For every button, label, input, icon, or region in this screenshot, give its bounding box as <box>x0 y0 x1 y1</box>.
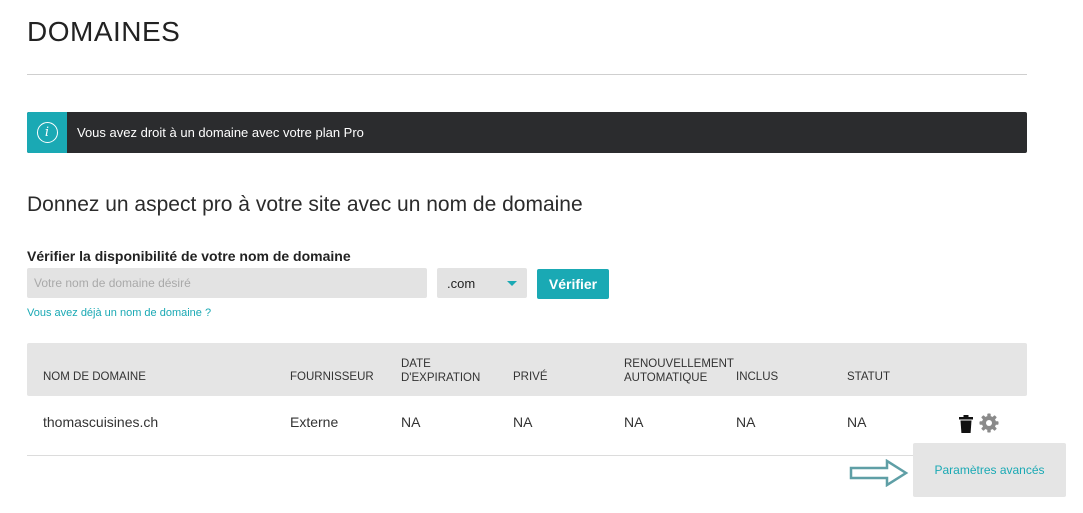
cell-status: NA <box>847 414 867 430</box>
info-icon: i <box>36 122 58 143</box>
page-title: DOMAINES <box>27 16 181 47</box>
header-expiration-line1: DATE <box>401 358 431 370</box>
verify-button[interactable]: Vérifier <box>537 269 609 299</box>
info-icon-box: i <box>27 112 67 153</box>
header-domain: NOM DE DOMAINE <box>43 371 146 383</box>
table-row: thomascuisines.ch Externe NA NA NA NA NA <box>27 396 1027 456</box>
gear-icon[interactable] <box>979 413 999 433</box>
header-included: INCLUS <box>736 371 779 383</box>
settings-popover: Paramètres avancés <box>913 443 1066 497</box>
header-expiration: DATE D'EXPIRATION <box>401 357 480 385</box>
cell-provider: Externe <box>290 414 339 430</box>
banner-text: Vous avez droit à un domaine avec votre … <box>77 125 364 140</box>
header-renewal-line2: AUTOMATIQUE <box>624 372 708 384</box>
domains-table-header: NOM DE DOMAINE FOURNISSEUR DATE D'EXPIRA… <box>27 343 1027 396</box>
advanced-settings-link[interactable]: Paramètres avancés <box>934 463 1044 477</box>
header-private: PRIVÉ <box>513 371 548 383</box>
trash-icon[interactable] <box>959 415 973 433</box>
domain-search-input[interactable] <box>27 268 427 298</box>
arrow-right-icon <box>849 459 909 487</box>
info-banner: i Vous avez droit à un domaine avec votr… <box>27 112 1027 153</box>
header-provider: FOURNISSEUR <box>290 371 374 383</box>
section-heading: Donnez un aspect pro à votre site avec u… <box>27 193 583 216</box>
cell-domain: thomascuisines.ch <box>43 414 159 430</box>
title-divider <box>27 74 1027 75</box>
header-renewal: RENOUVELLEMENT AUTOMATIQUE <box>624 357 734 385</box>
header-status: STATUT <box>847 371 891 383</box>
cell-expiration: NA <box>401 414 421 430</box>
tld-selected-value: .com <box>447 275 476 291</box>
tld-select[interactable]: .com <box>437 268 527 298</box>
availability-label: Vérifier la disponibilité de votre nom d… <box>27 248 351 264</box>
cell-included: NA <box>736 414 756 430</box>
cell-private: NA <box>513 414 533 430</box>
own-domain-link[interactable]: Vous avez déjà un nom de domaine ? <box>27 307 211 319</box>
header-renewal-line1: RENOUVELLEMENT <box>624 358 734 370</box>
chevron-down-icon <box>507 281 517 286</box>
cell-renewal: NA <box>624 414 644 430</box>
header-expiration-line2: D'EXPIRATION <box>401 372 481 384</box>
